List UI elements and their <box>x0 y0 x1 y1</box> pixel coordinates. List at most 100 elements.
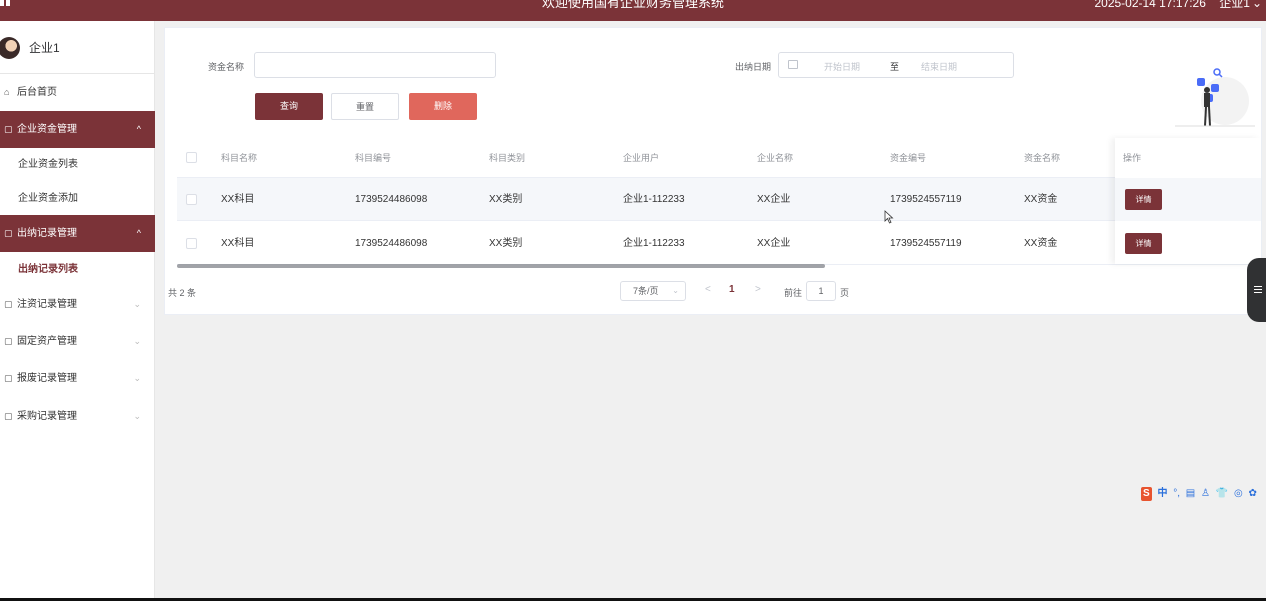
next-page-button[interactable]: > <box>755 284 761 295</box>
sidebar-subitem-cashier-list[interactable]: 出纳记录列表 <box>0 253 155 287</box>
document-icon: ▢ <box>4 299 13 309</box>
column-header: 企业名称 <box>757 153 794 163</box>
sidebar-subitem-fund-list[interactable]: 企业资金列表 <box>0 148 155 182</box>
row-checkbox[interactable] <box>186 194 197 205</box>
chevron-down-icon: ⌄ <box>133 373 141 383</box>
date-range-picker[interactable]: 开始日期 至 结束日期 <box>778 52 1014 78</box>
delete-button[interactable]: 删除 <box>409 93 477 120</box>
ime-settings-icon[interactable]: ✿ <box>1249 487 1257 501</box>
end-date-input[interactable]: 结束日期 <box>921 60 957 73</box>
chevron-down-icon: ⌄ <box>133 411 141 421</box>
operations-column: 操作 详情 详情 <box>1115 138 1261 264</box>
sidebar-item-purchase-records[interactable]: ▢ 采购记录管理 ⌄ <box>0 398 155 435</box>
table-cell: XX类别 <box>489 194 523 205</box>
column-header: 企业用户 <box>623 153 660 163</box>
chevron-down-icon: ⌄ <box>133 299 141 309</box>
ime-user-icon[interactable]: ♙ <box>1201 487 1210 501</box>
pagination-total: 共 2 条 <box>168 288 197 298</box>
table-cell: XX企业 <box>757 238 791 249</box>
sidebar-item-label: 注资记录管理 <box>17 299 77 310</box>
table-cell: XX资金 <box>1024 194 1058 205</box>
sidebar-item-label: 报废记录管理 <box>17 373 77 384</box>
sidebar-item-label: 出纳记录管理 <box>17 228 77 239</box>
page-size-select[interactable]: 7条/页 ⌄ <box>620 281 686 301</box>
page-size-value: 7条/页 <box>633 286 659 296</box>
sidebar-item-capital-injection[interactable]: ▢ 注资记录管理 ⌄ <box>0 286 155 323</box>
sidebar-item-label: 后台首页 <box>17 87 57 98</box>
ime-toolbar: S 中 °, ▤ ♙ 👕 ◎ ✿ <box>1141 487 1261 501</box>
table-cell: XX科目 <box>221 238 255 249</box>
detail-button[interactable]: 详情 <box>1125 233 1162 254</box>
reset-button[interactable]: 重置 <box>331 93 399 120</box>
ime-logo-icon[interactable]: S <box>1141 487 1152 501</box>
table-cell: 企业1-112233 <box>623 194 685 205</box>
fund-name-label: 资金名称 <box>208 62 245 72</box>
table-row[interactable]: XX科目 1739524486098 XX类别 企业1-112233 XX企业 … <box>177 222 1261 265</box>
table-cell: XX类别 <box>489 238 523 249</box>
document-icon: ▢ <box>4 124 13 134</box>
table-cell: 1739524486098 <box>355 194 428 205</box>
header-right: 2025-02-14 17:17:26 企业1 ⌄ <box>1084 0 1262 12</box>
date-range-separator: 至 <box>890 62 900 72</box>
records-table: 科目名称 科目编号 科目类别 企业用户 企业名称 资金编号 资金名称 XX科目 … <box>177 138 1261 265</box>
operations-cell: 详情 <box>1115 178 1261 221</box>
sidebar-item-cashier-management[interactable]: ▢ 出纳记录管理 ^ <box>0 215 155 252</box>
search-illustration-icon <box>1175 68 1255 127</box>
select-all-checkbox[interactable] <box>186 152 197 163</box>
operations-cell: 详情 <box>1115 222 1261 265</box>
sidebar-item-label: 固定资产管理 <box>17 336 77 347</box>
ime-keyboard-icon[interactable]: ▤ <box>1186 487 1195 501</box>
table-header: 科目名称 科目编号 科目类别 企业用户 企业名称 资金编号 资金名称 <box>177 138 1261 178</box>
ime-voice-icon[interactable]: ◎ <box>1234 487 1243 501</box>
query-button[interactable]: 查询 <box>255 93 323 120</box>
column-header: 科目名称 <box>221 153 258 163</box>
prev-page-button[interactable]: < <box>705 284 711 295</box>
home-icon: ⌂ <box>4 87 10 97</box>
table-cell: 1739524557119 <box>890 194 962 205</box>
sidebar-item-fixed-assets[interactable]: ▢ 固定资产管理 ⌄ <box>0 323 155 360</box>
document-icon: ▢ <box>4 336 13 346</box>
user-menu[interactable]: 企业1 ⌄ <box>1219 0 1262 10</box>
sidebar-item-label: 企业资金管理 <box>17 124 77 135</box>
goto-page-input[interactable]: 1 <box>806 281 836 301</box>
sidebar-item-scrap-records[interactable]: ▢ 报废记录管理 ⌄ <box>0 360 155 397</box>
document-icon: ▢ <box>4 373 13 383</box>
sidebar-item-label: 采购记录管理 <box>17 411 77 422</box>
page-title: 欢迎使用国有企业财务管理系统 <box>541 0 724 10</box>
table-cell: XX资金 <box>1024 238 1058 249</box>
user-menu-label: 企业1 <box>1219 0 1250 10</box>
ime-chinese-mode-icon[interactable]: 中 <box>1157 487 1167 501</box>
datetime-display: 2025-02-14 17:17:26 <box>1094 0 1206 10</box>
calendar-icon <box>788 60 798 69</box>
column-header: 资金名称 <box>1024 153 1061 163</box>
chevron-up-icon: ^ <box>136 124 141 134</box>
goto-label: 前往 <box>784 288 803 298</box>
sidebar-item-fund-management[interactable]: ▢ 企业资金管理 ^ <box>0 111 155 148</box>
user-info: 企业1 <box>0 21 155 74</box>
start-date-input[interactable]: 开始日期 <box>824 60 860 73</box>
ime-punctuation-icon[interactable]: °, <box>1173 487 1180 501</box>
sidebar-username: 企业1 <box>29 41 60 55</box>
document-icon: ▢ <box>4 411 13 421</box>
chevron-down-icon: ⌄ <box>672 286 679 295</box>
list-icon <box>1254 286 1262 293</box>
chevron-down-icon: ⌄ <box>1251 0 1262 10</box>
sidebar-item-home[interactable]: ⌂ 后台首页 <box>0 74 155 111</box>
avatar <box>0 37 20 59</box>
floating-side-tab[interactable] <box>1247 258 1266 322</box>
row-checkbox[interactable] <box>186 238 197 249</box>
detail-button[interactable]: 详情 <box>1125 189 1162 210</box>
chevron-down-icon: ⌄ <box>133 336 141 346</box>
sidebar-subitem-fund-add[interactable]: 企业资金添加 <box>0 182 155 216</box>
table-cell: XX科目 <box>221 194 255 205</box>
page-number-current[interactable]: 1 <box>729 284 735 295</box>
sidebar: 企业1 ⌂ 后台首页 ▢ 企业资金管理 ^ 企业资金列表 企业资金添加 ▢ 出纳记录管… <box>0 21 155 598</box>
ime-skin-icon[interactable]: 👕 <box>1216 487 1228 501</box>
table-row[interactable]: XX科目 1739524486098 XX类别 企业1-112233 XX企业 … <box>177 178 1261 221</box>
fund-name-input[interactable] <box>254 52 496 78</box>
page-unit-label: 页 <box>840 288 850 298</box>
cashier-date-label: 出纳日期 <box>735 62 772 72</box>
document-icon: ▢ <box>4 228 13 238</box>
column-header: 资金编号 <box>890 153 927 163</box>
table-horizontal-scrollbar[interactable] <box>177 264 825 268</box>
